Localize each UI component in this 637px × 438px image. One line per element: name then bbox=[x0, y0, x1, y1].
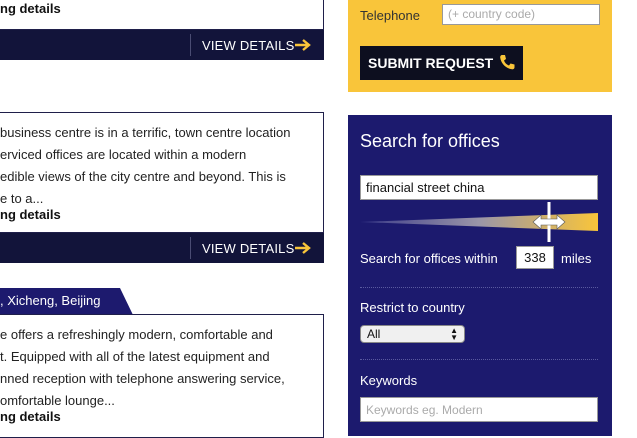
distance-input[interactable]: 338 bbox=[516, 246, 554, 269]
listing-card-3: e offers a refreshingly modern, comforta… bbox=[0, 314, 324, 438]
divider bbox=[190, 237, 191, 259]
listing-footer-bar-2: VIEW DETAILS bbox=[0, 233, 324, 263]
description-line: nned reception with telephone answering … bbox=[0, 371, 285, 386]
country-selected-value: All bbox=[367, 327, 381, 341]
search-heading: Search for offices bbox=[360, 131, 500, 151]
description-line: business centre is in a terrific, town c… bbox=[0, 125, 291, 140]
submit-request-button[interactable]: SUBMIT REQUEST bbox=[360, 46, 523, 80]
location-tab[interactable]: , Xicheng, Beijing bbox=[0, 288, 100, 314]
arrow-right-icon bbox=[295, 39, 311, 51]
phone-icon bbox=[500, 55, 515, 70]
distance-label: Search for offices within bbox=[360, 251, 498, 266]
resize-handle-icon[interactable] bbox=[531, 202, 567, 242]
view-details-button[interactable]: VIEW DETAILS bbox=[202, 241, 294, 256]
divider bbox=[360, 359, 598, 360]
description-line: edible views of the city centre and beyo… bbox=[0, 169, 286, 184]
distance-unit: miles bbox=[561, 251, 592, 266]
keywords-input[interactable]: Keywords eg. Modern bbox=[360, 397, 598, 422]
listing-card-1: ng details bbox=[0, 0, 324, 30]
description-line: erviced offices are located within a mod… bbox=[0, 147, 247, 162]
telephone-label: Telephone bbox=[360, 8, 420, 23]
description-line: e offers a refreshingly modern, comforta… bbox=[0, 327, 273, 342]
submit-request-label: SUBMIT REQUEST bbox=[368, 55, 494, 71]
listing-description: business centre is in a terrific, town c… bbox=[0, 122, 313, 210]
telephone-input[interactable]: (+ country code) bbox=[442, 4, 600, 25]
listing-details-title[interactable]: ng details bbox=[0, 1, 61, 16]
divider bbox=[190, 34, 191, 56]
divider bbox=[360, 287, 598, 288]
arrow-right-icon bbox=[295, 242, 311, 254]
listing-card-2: business centre is in a terrific, town c… bbox=[0, 112, 324, 233]
search-panel: Search for offices financial street chin… bbox=[348, 115, 612, 436]
keywords-label: Keywords bbox=[360, 373, 418, 388]
select-arrows-icon: ▲ ▼ bbox=[450, 326, 458, 342]
country-label: Restrict to country bbox=[360, 300, 465, 315]
listing-footer-bar-1: VIEW DETAILS bbox=[0, 30, 324, 60]
view-details-button[interactable]: VIEW DETAILS bbox=[202, 38, 294, 53]
description-line: t. Equipped with all of the latest equip… bbox=[0, 349, 270, 364]
request-form: Telephone (+ country code) SUBMIT REQUES… bbox=[348, 0, 612, 92]
country-select[interactable]: All ▲ ▼ bbox=[360, 325, 465, 343]
listing-details-title[interactable]: ng details bbox=[0, 207, 61, 222]
location-search-input[interactable]: financial street china bbox=[360, 175, 598, 200]
listing-details-title[interactable]: ng details bbox=[0, 409, 61, 424]
listing-description: e offers a refreshingly modern, comforta… bbox=[0, 324, 313, 412]
